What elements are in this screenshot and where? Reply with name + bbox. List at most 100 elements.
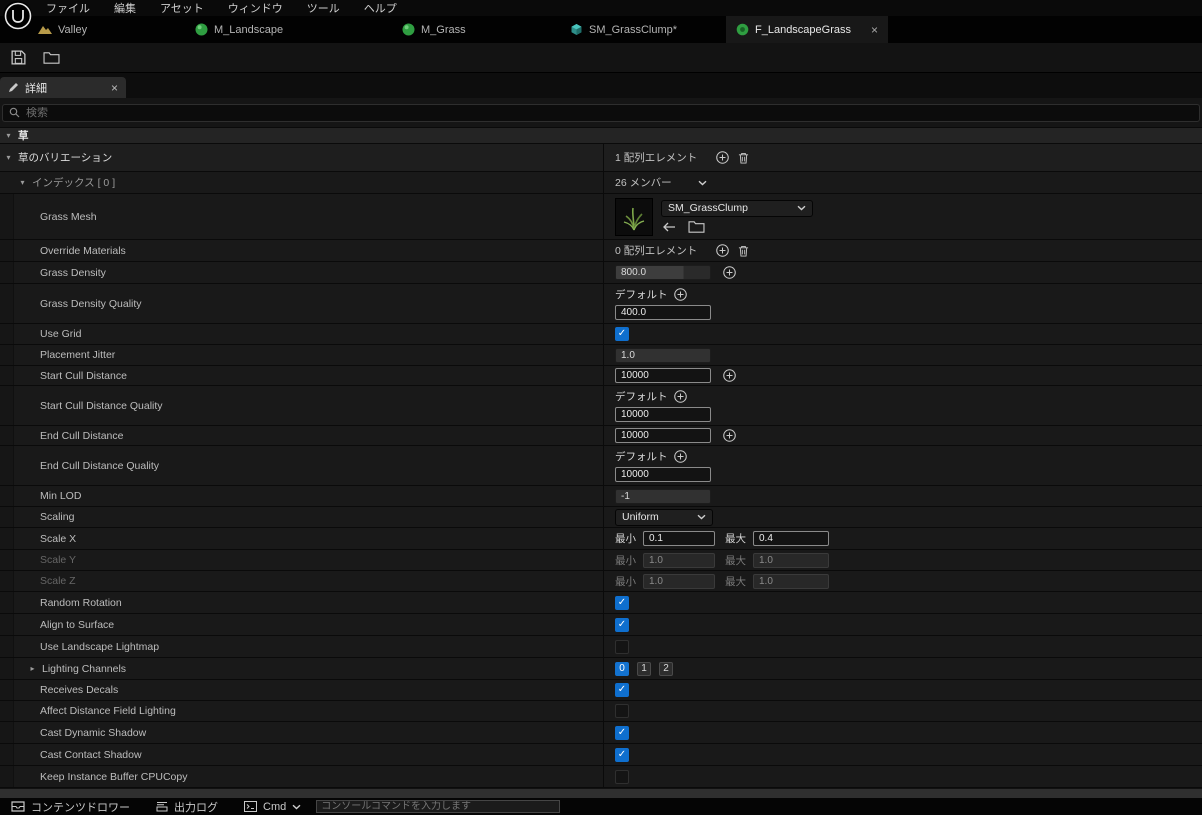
close-icon[interactable]: × <box>871 24 878 36</box>
property-label: Cast Dynamic Shadow <box>40 726 147 739</box>
use-grid-checkbox[interactable] <box>615 327 629 341</box>
scale-z-max-input[interactable]: 1.0 <box>753 573 829 589</box>
category-row-grass[interactable]: ▾ 草 <box>0 128 1202 144</box>
value-text: 800.0 <box>621 267 647 278</box>
asset-dropdown[interactable]: SM_GrassClump <box>661 199 813 217</box>
chevron-down-icon[interactable] <box>698 180 707 186</box>
start-cull-distance-quality-input[interactable]: 10000 <box>615 407 711 422</box>
menu-edit[interactable]: 編集 <box>114 0 136 16</box>
cast-contact-shadow-checkbox[interactable] <box>615 747 629 762</box>
dropdown-value: Uniform <box>622 511 659 523</box>
chevron-down-icon[interactable]: ▾ <box>18 178 27 187</box>
member-count: 26 メンバー <box>615 177 672 189</box>
plus-circle-icon[interactable] <box>673 390 687 403</box>
panel-splitter[interactable] <box>0 788 1202 798</box>
label-cell: Cast Dynamic Shadow <box>0 722 604 743</box>
console-command-input[interactable] <box>321 801 556 812</box>
placement-jitter-input[interactable]: 1.0 <box>615 347 711 363</box>
property-label: Use Landscape Lightmap <box>40 640 160 653</box>
value-cell: デフォルト 10000 <box>604 446 1202 485</box>
console-command-box <box>316 800 561 813</box>
keep-instance-buffer-cpucopy-checkbox[interactable] <box>615 769 629 784</box>
value-cell <box>604 636 1202 657</box>
value-cell: 最小 1.0 最大 1.0 <box>604 550 1202 570</box>
scale-x-min-input[interactable]: 0.1 <box>643 531 715 546</box>
scale-x-max-input[interactable]: 0.4 <box>753 531 829 546</box>
use-asset-icon[interactable] <box>663 222 676 232</box>
menu-help[interactable]: ヘルプ <box>364 0 397 16</box>
random-rotation-checkbox[interactable] <box>615 595 629 610</box>
property-row-scaling: Scaling Uniform <box>0 507 1202 528</box>
trash-icon[interactable] <box>738 245 749 257</box>
tab-m-grass[interactable]: M_Grass <box>392 16 476 43</box>
content-drawer-button[interactable]: コンテンツドロワー <box>2 799 139 815</box>
property-label: Start Cull Distance <box>40 369 127 382</box>
folder-icon[interactable] <box>688 220 705 234</box>
affect-distance-field-lighting-checkbox[interactable] <box>615 704 629 718</box>
plus-circle-icon[interactable] <box>673 288 687 301</box>
search-input[interactable] <box>26 106 1193 119</box>
lighting-channel-2-button[interactable]: 2 <box>659 661 673 676</box>
save-button[interactable] <box>10 49 27 66</box>
tab-valley[interactable]: Valley <box>28 16 97 43</box>
value-cell: SM_GrassClump <box>604 194 1202 239</box>
chevron-down-icon[interactable]: ▾ <box>4 153 13 162</box>
tab-sm-grassclump[interactable]: SM_GrassClump* <box>560 16 687 43</box>
trash-icon[interactable] <box>738 152 749 164</box>
label-cell: Grass Mesh <box>0 194 604 239</box>
scale-z-min-input[interactable]: 1.0 <box>643 573 715 589</box>
chevron-down-icon[interactable]: ▾ <box>4 131 13 140</box>
use-landscape-lightmap-checkbox[interactable] <box>615 639 629 654</box>
menu-tools[interactable]: ツール <box>307 0 340 16</box>
cmd-selector[interactable]: Cmd <box>235 801 310 813</box>
menu-asset[interactable]: アセット <box>160 0 204 16</box>
menu-window[interactable]: ウィンドウ <box>228 0 283 16</box>
property-label: Affect Distance Field Lighting <box>40 705 176 717</box>
property-label: Scale Z <box>40 575 76 587</box>
property-label: Use Grid <box>40 328 82 340</box>
browse-to-asset-button[interactable] <box>43 51 60 65</box>
end-cull-distance-quality-input[interactable]: 10000 <box>615 467 711 482</box>
scale-y-min-input[interactable]: 1.0 <box>643 552 715 568</box>
quality-default-label: デフォルト <box>615 289 668 301</box>
value-cell: 1 配列エレメント <box>604 144 1202 171</box>
value-text: 10000 <box>621 409 649 420</box>
grass-density-input[interactable]: 800.0 <box>615 265 711 280</box>
start-cull-distance-input[interactable]: 10000 <box>615 368 711 383</box>
label-cell: Start Cull Distance Quality <box>0 386 604 425</box>
output-log-button[interactable]: 出力ログ <box>147 799 227 815</box>
plus-circle-icon[interactable] <box>723 429 736 442</box>
plus-circle-icon[interactable] <box>723 266 736 279</box>
lighting-channel-1-button[interactable]: 1 <box>637 661 651 676</box>
align-to-surface-checkbox[interactable] <box>615 617 629 632</box>
value-cell: 最小 0.1 最大 0.4 <box>604 528 1202 549</box>
lighting-channel-0-button[interactable]: 0 <box>615 661 629 676</box>
tab-m-landscape[interactable]: M_Landscape <box>185 16 293 43</box>
receives-decals-checkbox[interactable] <box>615 683 629 697</box>
label-cell: Grass Density <box>0 262 604 283</box>
min-lod-input[interactable]: -1 <box>615 488 711 504</box>
plus-circle-icon[interactable] <box>716 244 729 257</box>
expander-arrow-icon[interactable]: ▸ <box>28 664 37 673</box>
unreal-engine-logo-icon[interactable] <box>3 1 32 30</box>
plus-circle-icon[interactable] <box>673 450 687 463</box>
close-icon[interactable]: × <box>111 82 118 94</box>
label-cell: Align to Surface <box>0 614 604 635</box>
property-label: Grass Mesh <box>40 210 97 223</box>
grass-density-quality-input[interactable]: 400.0 <box>615 305 711 320</box>
plus-circle-icon[interactable] <box>723 369 736 382</box>
end-cull-distance-input[interactable]: 10000 <box>615 428 711 443</box>
value-text: 10000 <box>621 430 649 441</box>
plus-circle-icon[interactable] <box>716 151 729 164</box>
scale-y-max-input[interactable]: 1.0 <box>753 552 829 568</box>
property-row-keep-instance-buffer-cpucopy: Keep Instance Buffer CPUCopy <box>0 766 1202 788</box>
value-text: 10000 <box>621 370 649 381</box>
label-cell: Use Grid <box>0 324 604 344</box>
grass-mesh-thumbnail[interactable] <box>615 197 653 236</box>
tab-details[interactable]: 詳細 × <box>0 77 126 98</box>
cast-dynamic-shadow-checkbox[interactable] <box>615 725 629 740</box>
tab-f-landscapegrass[interactable]: F_LandscapeGrass × <box>726 16 889 43</box>
menu-file[interactable]: ファイル <box>46 0 90 16</box>
tab-label: M_Grass <box>421 23 466 36</box>
scaling-dropdown[interactable]: Uniform <box>615 508 713 526</box>
